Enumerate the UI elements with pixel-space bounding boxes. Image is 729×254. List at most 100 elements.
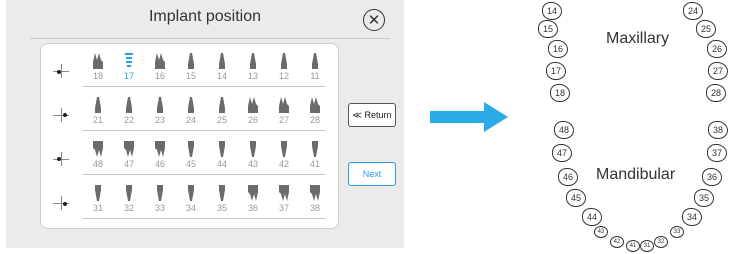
tooth-38[interactable]: 38: [303, 184, 327, 213]
return-button[interactable]: ≪ Return: [348, 103, 396, 127]
tooth-icon: [310, 185, 320, 201]
tooth-36[interactable]: 36: [241, 184, 265, 213]
tooth-icon: [312, 141, 318, 157]
arch-tooth[interactable]: 41: [626, 240, 640, 252]
tooth-43[interactable]: 43: [241, 140, 265, 169]
arch-tooth[interactable]: 27: [708, 62, 728, 80]
arch-tooth[interactable]: 26: [707, 40, 727, 58]
arch-tooth[interactable]: 18: [550, 84, 570, 102]
tooth-icon: [155, 53, 165, 69]
tooth-11[interactable]: 11: [303, 52, 327, 81]
tooth-icon: [248, 185, 258, 201]
tooth-24[interactable]: 24: [179, 96, 203, 125]
arch-tooth[interactable]: 24: [683, 2, 703, 20]
tooth-number: 18: [92, 71, 103, 81]
tooth-34[interactable]: 34: [179, 184, 203, 213]
arch-tooth[interactable]: 43: [594, 226, 608, 238]
tooth-number: 36: [247, 203, 258, 213]
quadrant-marker-icon: [53, 196, 69, 210]
tooth-icon: [95, 97, 101, 113]
tooth-number: 31: [92, 203, 103, 213]
close-button[interactable]: ✕: [363, 9, 385, 31]
tooth-icon: [250, 53, 256, 69]
tooth-number: 45: [185, 159, 196, 169]
row-divider: [83, 86, 325, 87]
tooth-icon: [188, 97, 194, 113]
arch-tooth[interactable]: 32: [654, 236, 668, 248]
arch-tooth[interactable]: 47: [552, 144, 572, 162]
tooth-13[interactable]: 13: [241, 52, 265, 81]
arch-tooth[interactable]: 15: [538, 20, 558, 38]
arch-tooth[interactable]: 46: [558, 168, 578, 186]
tooth-18[interactable]: 18: [86, 52, 110, 81]
tooth-icon: [219, 97, 225, 113]
tooth-icon: [126, 97, 132, 113]
tooth-number: 42: [278, 159, 289, 169]
tooth-35[interactable]: 35: [210, 184, 234, 213]
tooth-23[interactable]: 23: [148, 96, 172, 125]
tooth-27[interactable]: 27: [272, 96, 296, 125]
tooth-icon: [188, 185, 194, 201]
tooth-number: 34: [185, 203, 196, 213]
tooth-number: 46: [154, 159, 165, 169]
next-button[interactable]: Next: [348, 162, 396, 186]
arch-tooth[interactable]: 34: [682, 208, 702, 226]
arch-tooth[interactable]: 48: [554, 121, 574, 139]
tooth-46[interactable]: 46: [148, 140, 172, 169]
tooth-row-upper-right: 18 17 16 15 14 13 12 11: [41, 48, 338, 92]
tooth-number: 14: [216, 71, 227, 81]
tooth-31[interactable]: 31: [86, 184, 110, 213]
arch-tooth[interactable]: 45: [566, 189, 586, 207]
tooth-48[interactable]: 48: [86, 140, 110, 169]
arch-tooth[interactable]: 35: [694, 189, 714, 207]
tooth-47[interactable]: 47: [117, 140, 141, 169]
tooth-41[interactable]: 41: [303, 140, 327, 169]
arch-tooth[interactable]: 31: [640, 240, 654, 252]
arch-tooth[interactable]: 28: [706, 84, 726, 102]
tooth-icon: [157, 97, 163, 113]
arch-tooth[interactable]: 16: [548, 40, 568, 58]
tooth-22[interactable]: 22: [117, 96, 141, 125]
tooth-number: 43: [247, 159, 258, 169]
tooth-28[interactable]: 28: [303, 96, 327, 125]
dental-arch-chart: Maxillary Mandibular 14 15 16 17 18 24 25 26 27 2…: [536, 0, 729, 254]
tooth-number: 12: [278, 71, 289, 81]
tooth-37[interactable]: 37: [272, 184, 296, 213]
tooth-42[interactable]: 42: [272, 140, 296, 169]
arch-tooth[interactable]: 33: [670, 226, 684, 238]
tooth-44[interactable]: 44: [210, 140, 234, 169]
tooth-icon: [219, 185, 225, 201]
tooth-number: 35: [216, 203, 227, 213]
arch-tooth[interactable]: 17: [546, 62, 566, 80]
row-divider: [83, 218, 325, 219]
close-icon: ✕: [367, 11, 381, 29]
tooth-icon: [124, 141, 134, 157]
arch-tooth[interactable]: 44: [582, 208, 602, 226]
tooth-icon: [281, 141, 287, 157]
tooth-icon: [279, 185, 289, 201]
tooth-number: 44: [216, 159, 227, 169]
tooth-33[interactable]: 33: [148, 184, 172, 213]
arch-tooth[interactable]: 36: [702, 168, 722, 186]
arch-tooth[interactable]: 14: [542, 2, 562, 20]
arch-tooth[interactable]: 42: [610, 236, 624, 248]
tooth-15[interactable]: 15: [179, 52, 203, 81]
tooth-number: 37: [278, 203, 289, 213]
tooth-12[interactable]: 12: [272, 52, 296, 81]
arch-tooth[interactable]: 37: [707, 144, 727, 162]
title-divider: [30, 38, 390, 39]
arch-tooth[interactable]: 38: [708, 121, 728, 139]
tooth-16[interactable]: 16: [148, 52, 172, 81]
tooth-21[interactable]: 21: [86, 96, 110, 125]
tooth-number: 15: [185, 71, 196, 81]
tooth-number: 47: [123, 159, 134, 169]
tooth-14[interactable]: 14: [210, 52, 234, 81]
tooth-26[interactable]: 26: [241, 96, 265, 125]
tooth-25[interactable]: 25: [210, 96, 234, 125]
tooth-number: 41: [309, 159, 320, 169]
arch-tooth[interactable]: 25: [696, 20, 716, 38]
tooth-45[interactable]: 45: [179, 140, 203, 169]
tooth-32[interactable]: 32: [117, 184, 141, 213]
tooth-number: 21: [92, 115, 103, 125]
tooth-17[interactable]: 17: [117, 52, 141, 81]
